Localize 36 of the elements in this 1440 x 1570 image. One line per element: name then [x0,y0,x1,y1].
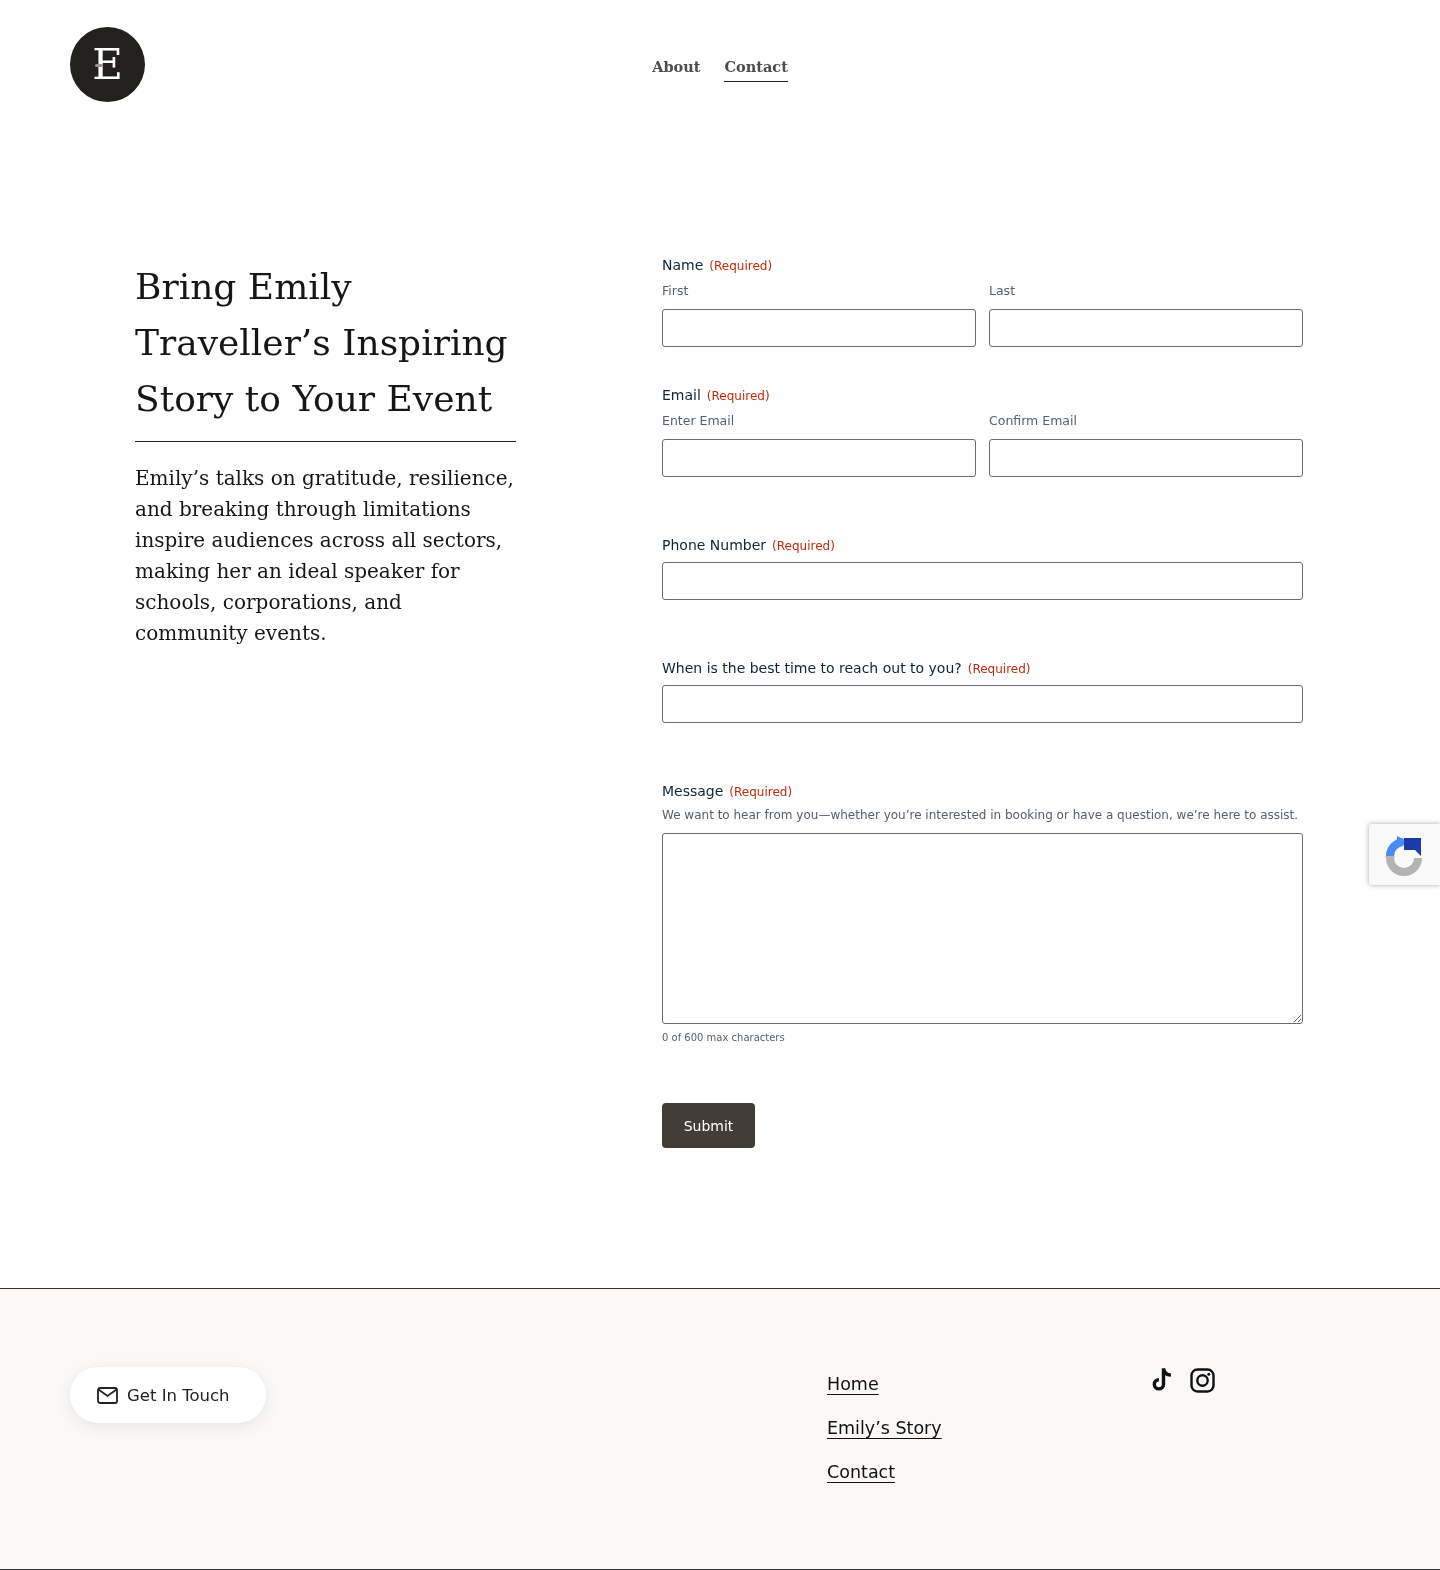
input-field[interactable] [662,562,1303,600]
page-heading: Bring Emily Traveller’s Inspiring Story to Your Event [135,259,516,442]
camera-icon[interactable] [1190,1367,1215,1393]
nav-link[interactable]: Contact [724,57,788,82]
sub-label: Last [989,283,1016,299]
input-field[interactable] [989,439,1303,477]
field-label: Message [662,782,724,801]
required-note: (Required) [967,661,1031,678]
input-field[interactable] [662,439,976,477]
intro-paragraph: Emily’s talks on gratitude, resilience, and breaking through limitations inspire audiences across all sectors, making her an ideal speaker for schools, corporations, and community events. [135,465,515,647]
sub-label: First [662,283,689,299]
music-note-icon[interactable] [1152,1367,1174,1393]
sub-label: Confirm Email [989,413,1077,429]
submit-button[interactable]: Submit [662,1103,755,1148]
input-field[interactable] [662,309,976,347]
field-label: When is the best time to reach out to you? [662,659,962,678]
input-field[interactable] [662,685,1303,723]
character-counter: 0 of 600 max characters [662,1031,785,1045]
nav-link[interactable]: About [652,57,701,82]
field-label: Email [662,386,701,405]
required-note: (Required) [772,538,835,555]
field-label: Name [662,256,704,275]
contact-button[interactable]: Get In Touch [70,1367,266,1423]
required-note: (Required) [709,258,773,275]
required-note: (Required) [706,388,770,405]
required-note: (Required) [729,784,793,801]
envelope-icon [97,1386,118,1404]
footer-link[interactable]: Home [827,1367,879,1401]
sub-label: Enter Email [662,413,735,429]
input-field[interactable] [989,309,1303,347]
circular-arrows-icon [1369,824,1440,885]
field-description: We want to hear from you—whether you’re interested in booking or have a question, we’re here to assist. [662,807,1299,823]
logo[interactable]: E [70,27,145,102]
footer-link[interactable]: Emily’s Story [827,1411,942,1445]
footer-link[interactable]: Contact [827,1455,896,1489]
field-label: Phone Number [662,536,767,555]
